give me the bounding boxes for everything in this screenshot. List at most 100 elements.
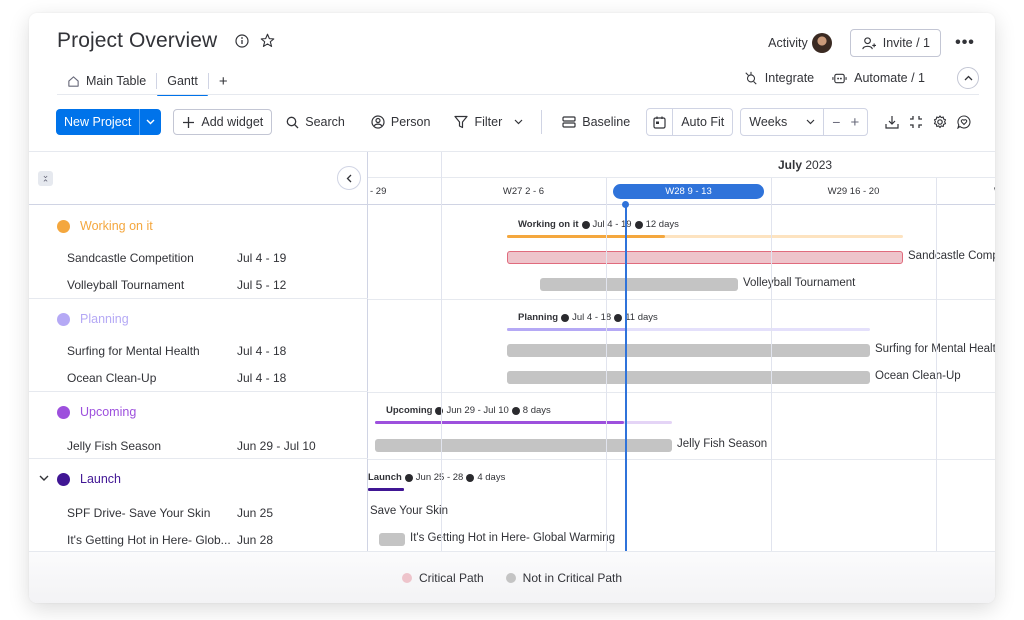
more-options-icon[interactable]: ••• bbox=[951, 34, 979, 52]
task-bar-label: Volleyball Tournament bbox=[743, 277, 856, 289]
task-row[interactable]: Volleyball Tournament Jul 5 - 12 bbox=[67, 278, 357, 292]
task-group: Upcoming Jelly Fish Season Jun 29 - Jul 10 bbox=[29, 392, 368, 459]
task-row[interactable]: Sandcastle Competition Jul 4 - 19 bbox=[67, 251, 357, 265]
legend-label: Not in Critical Path bbox=[522, 570, 623, 585]
timeline-pane: July 2023 - 29 W27 2 - 6 W28 9 - 13 W29 16 … bbox=[368, 152, 995, 552]
feedback-button[interactable] bbox=[952, 109, 976, 135]
task-row[interactable]: Jelly Fish Season Jun 29 - Jul 10 bbox=[67, 439, 357, 453]
auto-fit-group: Auto Fit bbox=[646, 108, 734, 136]
legend-swatch bbox=[401, 572, 412, 583]
settings-button[interactable] bbox=[928, 109, 952, 135]
group-progress bbox=[368, 488, 404, 491]
task-dates: Jul 4 - 18 bbox=[237, 371, 287, 385]
invite-button[interactable]: Invite / 1 bbox=[849, 29, 941, 57]
group-summary-duration: 8 days bbox=[522, 405, 551, 416]
week-label[interactable]: W29 16 - 20 bbox=[771, 186, 936, 197]
new-project-dropdown[interactable] bbox=[139, 109, 161, 135]
board-actions: Integrate Automate / 1 bbox=[744, 67, 979, 89]
month-header: July 2023 bbox=[368, 152, 995, 178]
user-avatar[interactable] bbox=[811, 33, 832, 53]
group-name: Upcoming bbox=[80, 405, 137, 419]
plus-icon: + bbox=[218, 72, 228, 90]
task-row[interactable]: SPF Drive- Save Your Skin Jun 25 bbox=[67, 506, 357, 520]
filter-label: Filter bbox=[474, 115, 503, 129]
toolbar: New Project Add widget Search Person Fil… bbox=[56, 108, 979, 136]
integrate-button[interactable]: Integrate bbox=[744, 71, 814, 85]
task-bar[interactable] bbox=[507, 371, 870, 384]
baseline-button[interactable]: Baseline bbox=[554, 109, 638, 135]
calendar-icon bbox=[653, 116, 666, 129]
tab-gantt-label: Gantt bbox=[167, 74, 198, 88]
integrate-label: Integrate bbox=[764, 71, 815, 85]
automate-label: Automate / 1 bbox=[854, 71, 925, 85]
search-button[interactable]: Search bbox=[278, 109, 353, 135]
week-label[interactable]: W28 9 - 13 bbox=[613, 184, 764, 199]
separator-dot bbox=[634, 220, 643, 229]
task-name: Surfing for Mental Health bbox=[67, 344, 200, 358]
chevron-down-icon[interactable] bbox=[39, 473, 49, 485]
group-header[interactable]: Upcoming bbox=[57, 405, 136, 419]
separator-dot bbox=[466, 473, 475, 482]
timescale-select[interactable]: Weeks bbox=[741, 109, 823, 135]
separator-dot bbox=[614, 313, 623, 322]
star-icon[interactable] bbox=[259, 32, 276, 49]
task-name: It's Getting Hot in Here- Glob... bbox=[67, 533, 231, 547]
group-summary: Planning Jul 4 - 18 11 days bbox=[518, 312, 658, 323]
toolbar-divider bbox=[541, 110, 543, 134]
group-header[interactable]: Working on it bbox=[57, 219, 153, 233]
calendar-button[interactable] bbox=[647, 109, 672, 135]
task-dates: Jun 29 - Jul 10 bbox=[237, 439, 316, 453]
legend-item-not-critical: Not in Critical Path bbox=[505, 570, 623, 585]
collapse-header-button[interactable] bbox=[957, 67, 979, 89]
tab-gantt[interactable]: Gantt bbox=[157, 68, 208, 96]
separator-dot bbox=[435, 406, 444, 415]
automate-button[interactable]: Automate / 1 bbox=[832, 71, 925, 85]
task-list-pane: ⌄ ⌃ Working on it Sandcastle Competition Ju… bbox=[29, 152, 368, 572]
group-header[interactable]: Launch bbox=[57, 472, 121, 486]
export-button[interactable] bbox=[880, 109, 904, 135]
zoom-out-button[interactable]: − bbox=[823, 109, 848, 135]
filter-button[interactable]: Filter bbox=[446, 109, 531, 135]
week-gridline bbox=[936, 178, 937, 552]
collapse-pane-button[interactable] bbox=[337, 166, 361, 190]
auto-fit-button[interactable]: Auto Fit bbox=[672, 109, 732, 135]
tab-main-table[interactable]: Main Table bbox=[57, 68, 156, 94]
group-name: Working on it bbox=[80, 219, 153, 233]
week-header: - 29 W27 2 - 6 W28 9 - 13 W29 16 - 20 W bbox=[368, 178, 995, 205]
baseline-label: Baseline bbox=[582, 115, 631, 129]
task-row[interactable]: It's Getting Hot in Here- Glob... Jun 28 bbox=[67, 533, 357, 547]
add-widget-button[interactable]: Add widget bbox=[173, 109, 273, 135]
task-dates: Jun 25 bbox=[237, 506, 274, 520]
collapse-all-button[interactable]: ⌄ ⌃ bbox=[38, 170, 53, 187]
task-bar[interactable] bbox=[379, 533, 405, 546]
task-row[interactable]: Ocean Clean-Up Jul 4 - 18 bbox=[67, 371, 357, 385]
task-bar[interactable] bbox=[375, 439, 672, 452]
new-project-button[interactable]: New Project bbox=[56, 109, 139, 135]
activity-link[interactable]: Activity bbox=[768, 36, 808, 50]
task-bar[interactable] bbox=[507, 251, 903, 264]
group-summary-dates: Jun 29 - Jul 10 bbox=[446, 405, 509, 416]
zoom-in-button[interactable]: + bbox=[848, 109, 867, 135]
group-summary-dates: Jun 25 - 28 bbox=[415, 472, 464, 483]
add-person-icon bbox=[862, 36, 876, 49]
week-label[interactable]: - 29 bbox=[370, 186, 386, 197]
add-view-button[interactable]: + bbox=[209, 68, 238, 94]
task-bar[interactable] bbox=[540, 278, 738, 291]
separator-dot bbox=[404, 473, 413, 482]
legend: Critical Path Not in Critical Path bbox=[29, 551, 995, 603]
week-label[interactable]: W bbox=[994, 186, 995, 197]
group-summary: Working on it Jul 4 - 19 12 days bbox=[518, 219, 679, 230]
task-row[interactable]: Surfing for Mental Health Jul 4 - 18 bbox=[67, 344, 357, 358]
task-group: Launch SPF Drive- Save Your Skin Jun 25 It'… bbox=[29, 459, 368, 552]
task-bar[interactable] bbox=[507, 344, 870, 357]
group-header[interactable]: Planning bbox=[57, 312, 129, 326]
person-filter-button[interactable]: Person bbox=[363, 109, 439, 135]
chevron-left-icon bbox=[346, 174, 352, 182]
page-title: Project Overview bbox=[57, 29, 218, 52]
week-label[interactable]: W27 2 - 6 bbox=[441, 186, 606, 197]
group-summary-name: Planning bbox=[518, 312, 559, 323]
task-dates: Jul 4 - 19 bbox=[237, 251, 287, 265]
invite-label: Invite / 1 bbox=[882, 36, 930, 50]
info-icon[interactable] bbox=[234, 33, 250, 49]
fullscreen-button[interactable] bbox=[904, 109, 928, 135]
